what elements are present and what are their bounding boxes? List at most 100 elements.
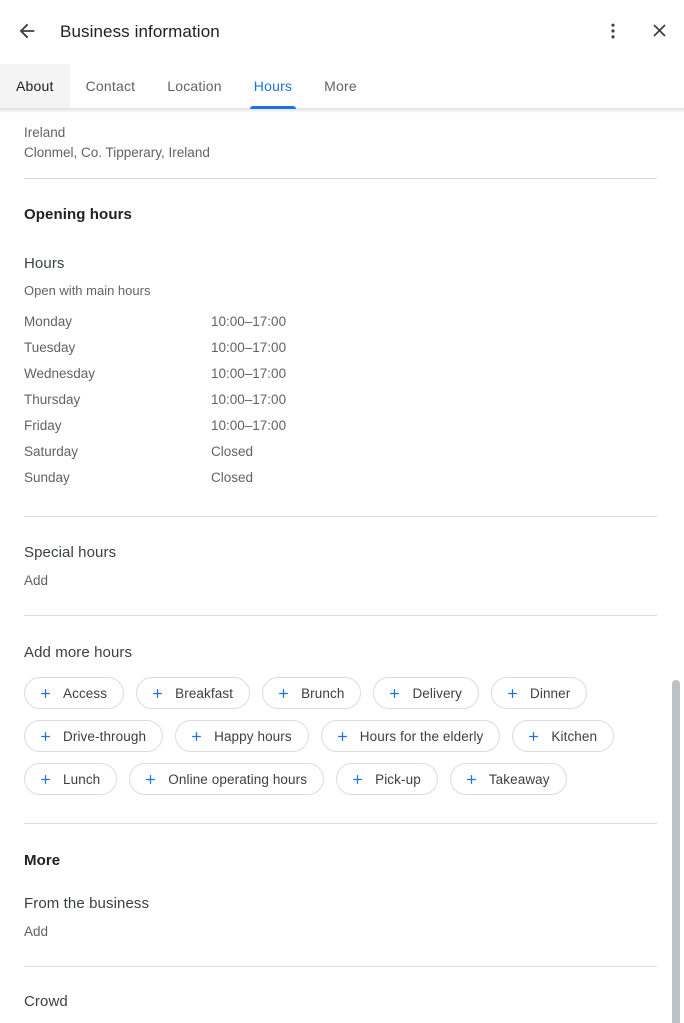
plus-icon <box>334 728 351 745</box>
chip-dinner[interactable]: Dinner <box>491 677 587 709</box>
tab-hours[interactable]: Hours <box>238 64 308 108</box>
chip-brunch[interactable]: Brunch <box>262 677 361 709</box>
hours-day: Monday <box>24 309 211 335</box>
chip-label: Access <box>63 686 107 701</box>
address-block: Ireland Clonmel, Co. Tipperary, Ireland <box>24 109 660 163</box>
from-the-business-add-link[interactable]: Add <box>24 924 660 939</box>
chip-hours-for-the-elderly[interactable]: Hours for the elderly <box>321 720 501 752</box>
hours-value: 10:00–17:00 <box>211 361 660 387</box>
chip-label: Brunch <box>301 686 344 701</box>
hours-day: Tuesday <box>24 335 211 361</box>
hours-table: Monday 10:00–17:00 Tuesday 10:00–17:00 W… <box>24 309 660 491</box>
chip-label: Lunch <box>63 772 100 787</box>
chip-drive-through[interactable]: Drive-through <box>24 720 163 752</box>
page-title: Business information <box>60 22 220 42</box>
plus-icon <box>386 685 403 702</box>
divider <box>24 615 657 616</box>
chip-label: Breakfast <box>175 686 233 701</box>
chip-access[interactable]: Access <box>24 677 124 709</box>
hours-day: Friday <box>24 413 211 439</box>
more-options-button[interactable] <box>598 17 628 47</box>
table-row: Friday 10:00–17:00 <box>24 413 660 439</box>
back-button[interactable] <box>12 17 42 47</box>
chip-label: Hours for the elderly <box>360 729 484 744</box>
table-row: Tuesday 10:00–17:00 <box>24 335 660 361</box>
opening-hours-title: Opening hours <box>24 206 660 223</box>
plus-icon <box>142 771 159 788</box>
plus-icon <box>37 771 54 788</box>
add-more-hours-section: Add more hours Access Breakfast Brunch <box>24 644 660 795</box>
special-hours-section: Special hours Add <box>24 544 660 588</box>
dialog-header: Business information <box>0 0 684 64</box>
chip-pick-up[interactable]: Pick-up <box>336 763 438 795</box>
from-the-business-title: From the business <box>24 895 660 912</box>
hours-value: Closed <box>211 465 660 491</box>
table-row: Monday 10:00–17:00 <box>24 309 660 335</box>
chip-label: Dinner <box>530 686 570 701</box>
plus-icon <box>504 685 521 702</box>
hours-day: Wednesday <box>24 361 211 387</box>
scrollbar-thumb[interactable] <box>672 680 680 1023</box>
more-title: More <box>24 852 660 869</box>
hours-day: Saturday <box>24 439 211 465</box>
plus-icon <box>275 685 292 702</box>
chip-breakfast[interactable]: Breakfast <box>136 677 250 709</box>
chip-label: Online operating hours <box>168 772 307 787</box>
hours-value: 10:00–17:00 <box>211 413 660 439</box>
table-row: Thursday 10:00–17:00 <box>24 387 660 413</box>
chip-takeaway[interactable]: Takeaway <box>450 763 567 795</box>
divider <box>24 823 657 824</box>
chip-label: Kitchen <box>551 729 597 744</box>
more-vert-icon <box>603 21 623 44</box>
crowd-section: Crowd Add <box>24 993 660 1023</box>
tab-contact[interactable]: Contact <box>70 64 152 108</box>
table-row: Wednesday 10:00–17:00 <box>24 361 660 387</box>
content-scroll-area[interactable]: Ireland Clonmel, Co. Tipperary, Ireland … <box>0 109 684 1023</box>
hours-day: Sunday <box>24 465 211 491</box>
hours-day: Thursday <box>24 387 211 413</box>
divider <box>24 516 657 517</box>
chip-online-operating-hours[interactable]: Online operating hours <box>129 763 324 795</box>
table-row: Saturday Closed <box>24 439 660 465</box>
address-line-locality: Clonmel, Co. Tipperary, Ireland <box>24 143 660 163</box>
chip-kitchen[interactable]: Kitchen <box>512 720 614 752</box>
hours-value: Closed <box>211 439 660 465</box>
business-information-dialog: Business information <box>0 0 684 1023</box>
crowd-title: Crowd <box>24 993 660 1010</box>
tab-label: About <box>16 78 54 94</box>
chip-label: Happy hours <box>214 729 292 744</box>
scrollbar-track[interactable] <box>669 110 684 1023</box>
arrow-left-icon <box>16 20 38 45</box>
from-the-business-subsection: From the business Add <box>24 895 660 939</box>
tab-label: Contact <box>86 78 136 94</box>
header-actions <box>598 17 674 47</box>
chip-label: Delivery <box>412 686 462 701</box>
table-row: Sunday Closed <box>24 465 660 491</box>
plus-icon <box>349 771 366 788</box>
plus-icon <box>525 728 542 745</box>
chip-lunch[interactable]: Lunch <box>24 763 117 795</box>
tab-label: Hours <box>254 78 292 94</box>
tab-more[interactable]: More <box>308 64 373 108</box>
hours-subsection: Hours Open with main hours Monday 10:00–… <box>24 255 660 491</box>
plus-icon <box>188 728 205 745</box>
hours-title: Hours <box>24 255 660 272</box>
divider <box>24 178 657 179</box>
opening-hours-section: Opening hours Hours Open with main hours… <box>24 206 660 491</box>
chip-happy-hours[interactable]: Happy hours <box>175 720 309 752</box>
close-button[interactable] <box>644 17 674 47</box>
address-line-country: Ireland <box>24 123 660 143</box>
tab-location[interactable]: Location <box>151 64 238 108</box>
chip-label: Takeaway <box>489 772 550 787</box>
chip-delivery[interactable]: Delivery <box>373 677 479 709</box>
special-hours-add-link[interactable]: Add <box>24 573 660 588</box>
divider <box>24 966 657 967</box>
hours-status: Open with main hours <box>24 283 660 298</box>
plus-icon <box>37 685 54 702</box>
tab-label: More <box>324 78 357 94</box>
hours-value: 10:00–17:00 <box>211 387 660 413</box>
special-hours-title: Special hours <box>24 544 660 561</box>
chip-label: Drive-through <box>63 729 146 744</box>
more-section: More From the business Add <box>24 852 660 939</box>
tab-about[interactable]: About <box>0 64 70 108</box>
